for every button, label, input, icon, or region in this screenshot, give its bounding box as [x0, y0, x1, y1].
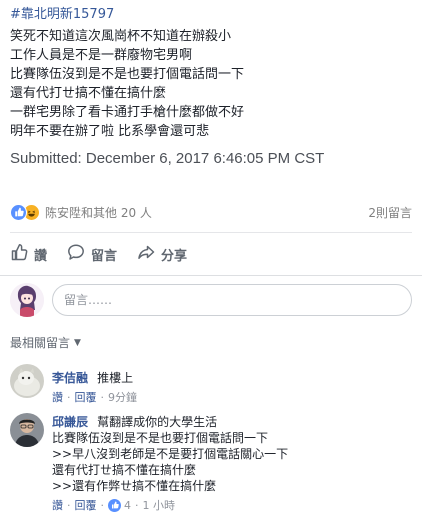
reactions-bar: 陈安陞和其他 20 人 2則留言 [10, 201, 412, 223]
divider [0, 275, 422, 276]
comment-button-label: 留言 [91, 248, 118, 264]
comment: 邱謙辰 幫翻譯成你的大學生活 比賽隊伍沒到是不是也要打個電話問一下 >>早八沒到… [10, 413, 412, 513]
comment-text-line: >>早八沒到老師是不是要打個電話關心一下 [52, 447, 289, 461]
post-hashtag[interactable]: #靠北明新15797 [10, 6, 415, 24]
comment-composer [10, 283, 412, 317]
post-actions: 讚 留言 分享 [10, 240, 412, 268]
comment-meta: 讚 · 回覆 · 9分鐘 [52, 389, 412, 405]
comment-text-line: 比賽隊伍沒到是不是也要打個電話問一下 [52, 431, 269, 445]
post-text-line: 還有代打ㄝ搞不懂在搞什麼 [10, 86, 167, 101]
post-text-line: 工作人員是不是一群廢物宅男啊 [10, 48, 193, 63]
comment-input[interactable] [52, 284, 412, 316]
separator-dot: · [100, 498, 105, 512]
post-text-line: 一群宅男除了看卡通打手槍什麼都做不好 [10, 105, 245, 120]
comment-button[interactable]: 留言 [67, 243, 117, 265]
comment-body: 李佶融 推樓上 讚 · 回覆 · 9分鐘 [52, 364, 412, 405]
divider [10, 232, 412, 233]
reaction-icons[interactable] [10, 203, 40, 221]
commenter-avatar[interactable] [10, 413, 44, 447]
comment-text: 推樓上 [97, 371, 134, 385]
share-arrow-icon [137, 243, 155, 265]
post-text-line: 笑死不知道這次風崗杯不知道在辦殺小 [10, 29, 232, 44]
comment-time[interactable]: 1 小時 [143, 497, 176, 513]
share-button[interactable]: 分享 [137, 243, 187, 265]
submitted-timestamp: Submitted: December 6, 2017 6:46:05 PM C… [10, 150, 325, 167]
comment-like-link[interactable]: 讚 [52, 389, 63, 405]
post-body: #靠北明新15797 笑死不知道這次風崗杯不知道在辦殺小 工作人員是不是一群廢物… [10, 6, 415, 169]
like-count-icon [108, 498, 121, 512]
comment-body: 邱謙辰 幫翻譯成你的大學生活 比賽隊伍沒到是不是也要打個電話問一下 >>早八沒到… [52, 413, 412, 513]
separator-dot: · [67, 390, 71, 404]
comment-text: 幫翻譯成你的大學生活 [97, 415, 218, 429]
comment-reply-link[interactable]: 回覆 [75, 389, 97, 405]
like-reaction-icon [10, 203, 27, 221]
comment-sort-dropdown[interactable]: 最相關留言 ▼ [10, 334, 81, 351]
caret-down-icon: ▼ [74, 337, 81, 348]
share-button-label: 分享 [161, 248, 188, 264]
thumbs-up-icon [10, 243, 28, 265]
reaction-names[interactable]: 陈安陞和其他 20 人 [45, 204, 152, 221]
comment-author[interactable]: 李佶融 [52, 371, 88, 385]
comment-sort-label: 最相關留言 [10, 336, 71, 350]
post-text-line: 明年不要在辦了啦 比系學會還可悲 [10, 124, 210, 139]
comment-count[interactable]: 2則留言 [368, 204, 412, 221]
separator-dot: · [135, 498, 139, 512]
like-button-label: 讚 [34, 248, 48, 264]
post-text-line: 比賽隊伍沒到是不是也要打個電話問一下 [10, 67, 245, 82]
comment-like-link[interactable]: 讚 [52, 497, 63, 513]
comment-author[interactable]: 邱謙辰 [52, 415, 88, 429]
comment-meta: 讚 · 回覆 · 4 · 1 小時 [52, 497, 412, 513]
comment: 李佶融 推樓上 讚 · 回覆 · 9分鐘 [10, 364, 412, 405]
current-user-avatar[interactable] [10, 283, 44, 317]
commenter-avatar[interactable] [10, 364, 44, 398]
separator-dot: · [100, 390, 105, 404]
comment-text-line: >>還有作弊ㄝ搞不懂在搞什麼 [52, 479, 217, 493]
speech-bubble-icon [67, 243, 85, 265]
comment-reply-link[interactable]: 回覆 [75, 497, 97, 513]
comment-text-line: 還有代打ㄝ搞不懂在搞什麼 [52, 463, 197, 477]
like-button[interactable]: 讚 [10, 243, 47, 265]
separator-dot: · [67, 498, 71, 512]
comment-time[interactable]: 9分鐘 [108, 389, 137, 405]
comment-like-count[interactable]: 4 [124, 499, 131, 512]
